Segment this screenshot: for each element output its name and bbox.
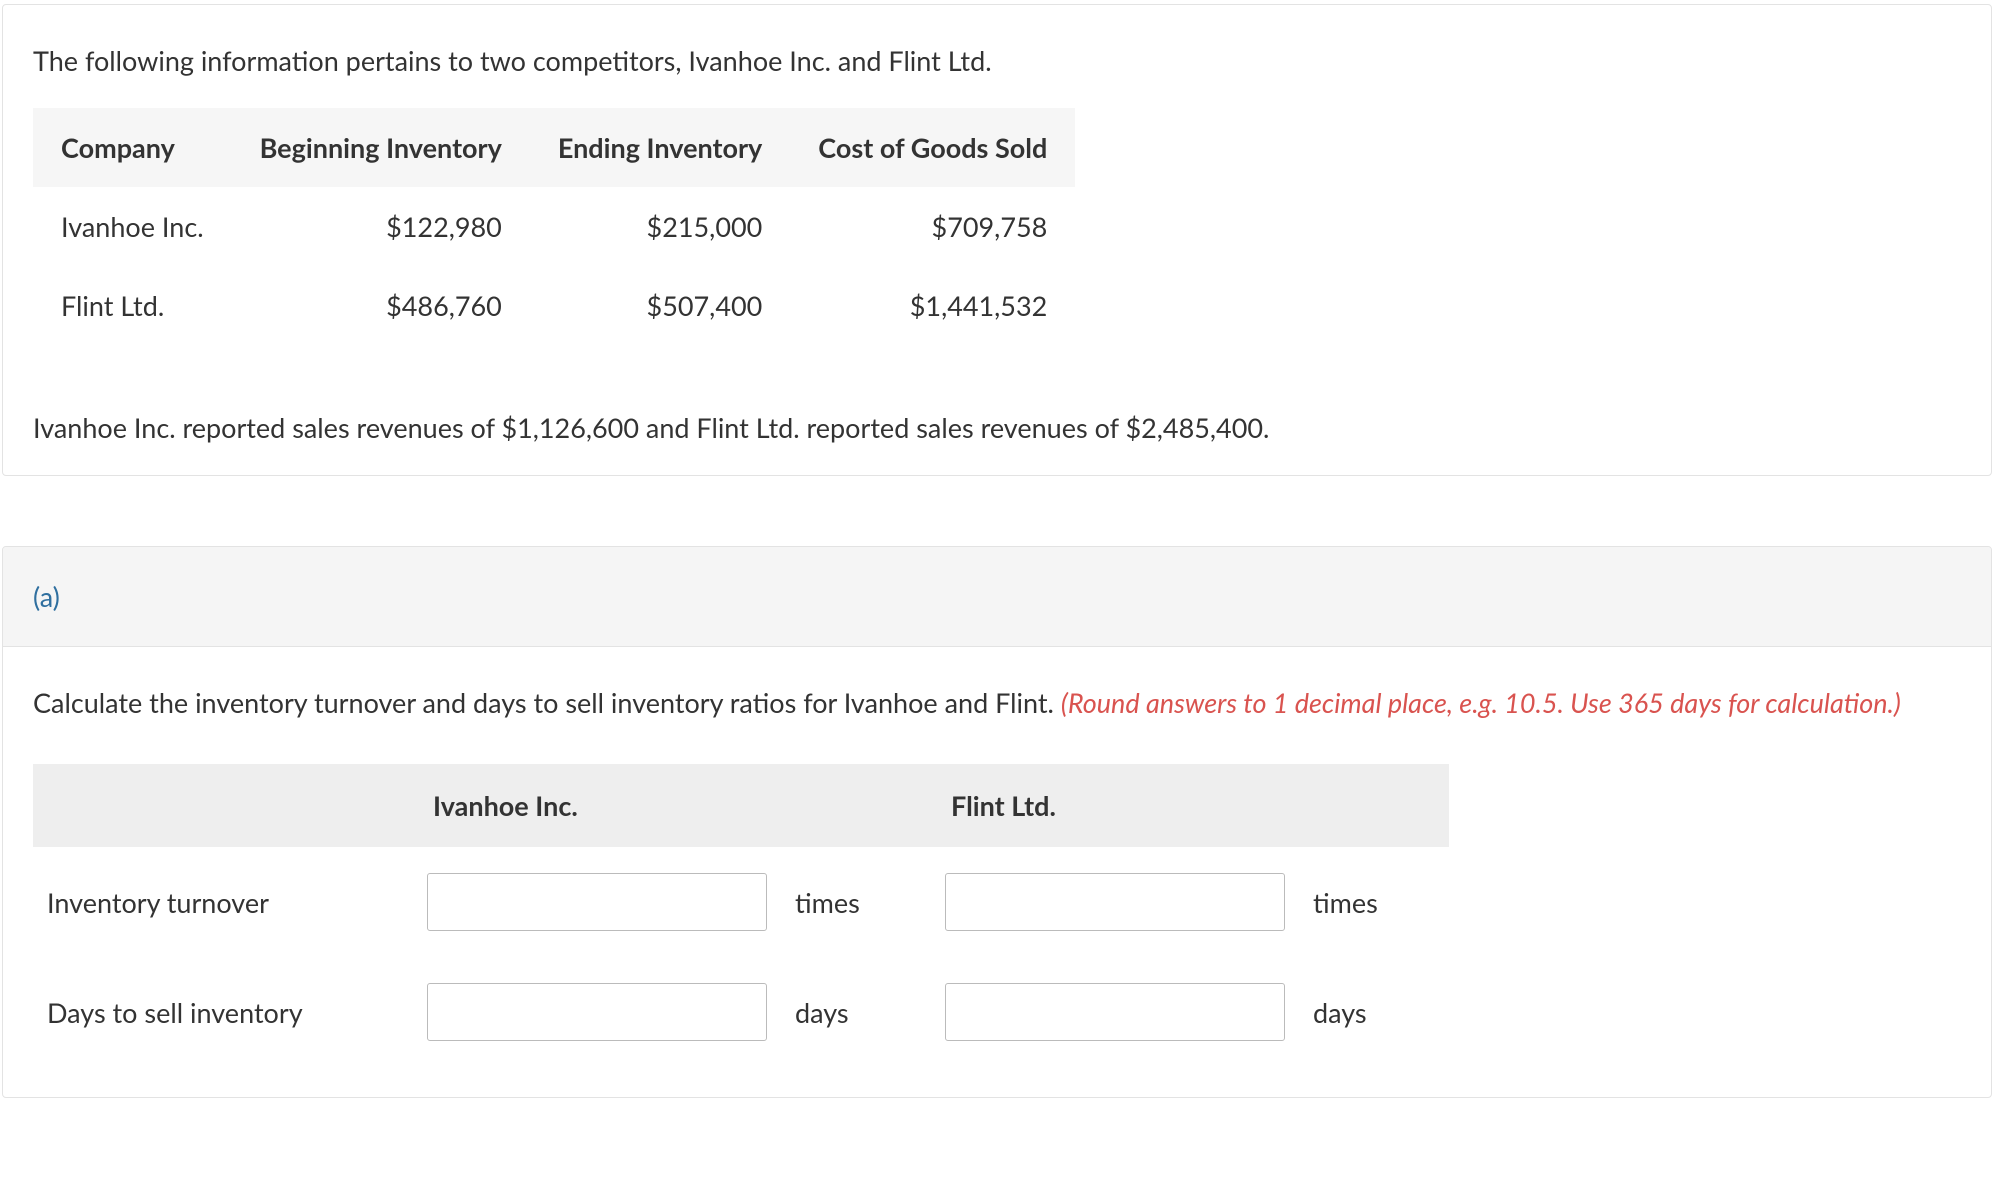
calc-red: (Round answers to 1 decimal place, e.g. …: [1061, 686, 1901, 719]
answers-table: Ivanhoe Inc. Flint Ltd. Inventory turnov…: [33, 764, 1449, 1067]
answers-col-ivanhoe: Ivanhoe Inc.: [413, 764, 931, 847]
table-row: Flint Ltd. $486,760 $507,400 $1,441,532: [33, 266, 1075, 345]
col-company: Company: [33, 108, 232, 187]
answers-row: Inventory turnover times times: [33, 847, 1449, 957]
table-row: Ivanhoe Inc. $122,980 $215,000 $709,758: [33, 187, 1075, 266]
inventory-turnover-ivanhoe-input[interactable]: [427, 873, 767, 931]
col-ending: Ending Inventory: [530, 108, 790, 187]
days-to-sell-flint-input[interactable]: [945, 983, 1285, 1041]
answers-row: Days to sell inventory days days: [33, 957, 1449, 1067]
cell-cogs: $709,758: [790, 187, 1075, 266]
input-cell: [413, 847, 781, 957]
cell-ending: $507,400: [530, 266, 790, 345]
cell-beginning: $486,760: [232, 266, 530, 345]
answers-col-flint: Flint Ltd.: [931, 764, 1449, 847]
part-a-card: (a) Calculate the inventory turnover and…: [2, 546, 1992, 1098]
answers-header-row: Ivanhoe Inc. Flint Ltd.: [33, 764, 1449, 847]
part-a-body: Calculate the inventory turnover and day…: [3, 647, 1991, 1097]
calc-instruction: Calculate the inventory turnover and day…: [33, 683, 1961, 722]
unit-label: times: [781, 847, 931, 957]
cell-beginning: $122,980: [232, 187, 530, 266]
unit-label: days: [1299, 957, 1449, 1067]
unit-label: times: [1299, 847, 1449, 957]
row-label: Inventory turnover: [33, 847, 413, 957]
problem-card: The following information pertains to tw…: [2, 4, 1992, 476]
days-to-sell-ivanhoe-input[interactable]: [427, 983, 767, 1041]
revenues-text: Ivanhoe Inc. reported sales revenues of …: [33, 408, 1961, 447]
cell-cogs: $1,441,532: [790, 266, 1075, 345]
cell-company: Flint Ltd.: [33, 266, 232, 345]
input-cell: [931, 847, 1299, 957]
inventory-turnover-flint-input[interactable]: [945, 873, 1285, 931]
intro-text: The following information pertains to tw…: [33, 41, 1961, 80]
col-cogs: Cost of Goods Sold: [790, 108, 1075, 187]
row-label: Days to sell inventory: [33, 957, 413, 1067]
cell-company: Ivanhoe Inc.: [33, 187, 232, 266]
input-cell: [931, 957, 1299, 1067]
input-cell: [413, 957, 781, 1067]
part-a-header: (a): [3, 547, 1991, 647]
info-header-row: Company Beginning Inventory Ending Inven…: [33, 108, 1075, 187]
calc-base: Calculate the inventory turnover and day…: [33, 686, 1061, 719]
col-beginning: Beginning Inventory: [232, 108, 530, 187]
cell-ending: $215,000: [530, 187, 790, 266]
answers-col-blank: [33, 764, 413, 847]
info-table: Company Beginning Inventory Ending Inven…: [33, 108, 1075, 345]
unit-label: days: [781, 957, 931, 1067]
